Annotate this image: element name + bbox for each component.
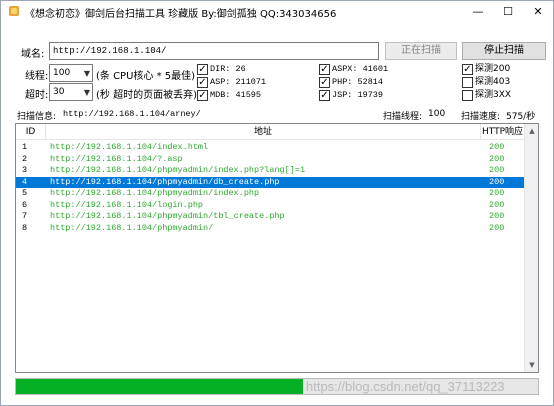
timeout-value: 30 bbox=[53, 87, 65, 97]
window-title: 《想念初恋》御剑后台扫描工具 珍藏版 By:御剑孤独 QQ:343034656 bbox=[25, 9, 337, 20]
row-http-code: 200 bbox=[489, 142, 505, 152]
row-id: 1 bbox=[22, 142, 28, 152]
checkbox-empty-icon bbox=[462, 77, 473, 88]
row-id: 7 bbox=[22, 211, 28, 221]
table-row[interactable]: 8 http://192.168.1.104/phpmyadmin/200 bbox=[16, 223, 538, 235]
checkbox-checked-icon: ✓ bbox=[319, 90, 330, 101]
threads-value: 100 bbox=[53, 68, 71, 78]
timeout-select[interactable]: 30 ▼ bbox=[49, 83, 93, 101]
scan-threads-value: 100 bbox=[428, 109, 446, 119]
progress-fill bbox=[16, 379, 304, 394]
chevron-down-icon: ▼ bbox=[83, 88, 90, 97]
dict-mdb-label: MDB: 41595 bbox=[210, 90, 262, 100]
checkbox-empty-icon bbox=[462, 90, 473, 101]
app-icon bbox=[8, 5, 20, 17]
checkbox-checked-icon: ✓ bbox=[197, 90, 208, 101]
timeout-label: 超时: bbox=[25, 90, 49, 101]
checkbox-checked-icon: ✓ bbox=[462, 64, 473, 75]
stop-scan-button[interactable]: 停止扫描 bbox=[462, 42, 546, 60]
minimize-button[interactable]: — bbox=[463, 1, 493, 23]
domain-input[interactable]: http://192.168.1.104/ bbox=[49, 42, 379, 60]
watermark-text: https://blog.csdn.net/qq_37113223 bbox=[306, 379, 505, 394]
row-url: http://192.168.1.104/phpmyadmin/index.ph… bbox=[50, 165, 306, 175]
maximize-button[interactable]: ☐ bbox=[493, 1, 523, 23]
dict-asp-label: ASP: 211071 bbox=[210, 77, 267, 87]
table-row[interactable]: 3 http://192.168.1.104/phpmyadmin/index.p… bbox=[16, 165, 538, 177]
row-url: http://192.168.1.104/phpmyadmin/index.ph… bbox=[50, 188, 260, 198]
row-http-code: 200 bbox=[489, 199, 505, 210]
checkbox-checked-icon: ✓ bbox=[197, 64, 208, 75]
scan-info-value: http://192.168.1.104/arney/ bbox=[63, 109, 201, 119]
table-header: ID 地址 HTTP响应 bbox=[16, 124, 538, 140]
row-url: http://192.168.1.104/phpmyadmin/ bbox=[50, 222, 214, 233]
row-url: http://192.168.1.104/phpmyadmin/db_creat… bbox=[50, 176, 280, 187]
scroll-up-icon[interactable]: ▲ bbox=[525, 124, 538, 138]
row-http-code: 200 bbox=[489, 222, 505, 233]
chevron-down-icon: ▼ bbox=[83, 69, 90, 78]
dict-php-label: PHP: 52814 bbox=[332, 77, 384, 87]
probe-3xx-label: 探测3XX bbox=[475, 90, 512, 100]
row-id: 6 bbox=[22, 199, 28, 210]
title-bar[interactable]: 《想念初恋》御剑后台扫描工具 珍藏版 By:御剑孤独 QQ:343034656 … bbox=[1, 1, 553, 23]
row-http-code: 200 bbox=[489, 165, 505, 175]
dict-dir-label: DIR: 26 bbox=[210, 64, 246, 74]
scan-speed-value: 575/秒 bbox=[506, 112, 536, 122]
table-row[interactable]: 2 http://192.168.1.104/?.asp 200 bbox=[16, 154, 538, 166]
timeout-hint: (秒 超时的页面被丢弃) bbox=[96, 90, 197, 101]
dict-jsp-label: JSP: 19739 bbox=[332, 90, 384, 100]
threads-label: 线程: bbox=[25, 71, 49, 82]
row-id: 8 bbox=[22, 222, 28, 233]
results-table[interactable]: ID 地址 HTTP响应 1 http://192.168.1.104/index… bbox=[15, 123, 539, 373]
row-http-code: 200 bbox=[489, 153, 505, 164]
checkbox-checked-icon: ✓ bbox=[197, 77, 208, 88]
vertical-scrollbar[interactable]: ▲ ▼ bbox=[524, 124, 538, 372]
column-header-id[interactable]: ID bbox=[16, 124, 46, 140]
scan-info-label: 扫描信息: bbox=[17, 112, 57, 122]
row-url: http://192.168.1.104/phpmyadmin/tbl_crea… bbox=[50, 211, 285, 221]
column-header-url[interactable]: 地址 bbox=[46, 124, 481, 140]
row-id: 3 bbox=[22, 165, 28, 175]
row-id: 4 bbox=[22, 176, 28, 187]
scan-speed-label: 扫描速度: bbox=[461, 112, 501, 122]
checkbox-checked-icon: ✓ bbox=[319, 64, 330, 75]
row-id: 2 bbox=[22, 153, 28, 164]
close-button[interactable]: ✕ bbox=[523, 1, 553, 23]
row-url: http://192.168.1.104/index.html bbox=[50, 142, 209, 152]
table-row[interactable]: 5 http://192.168.1.104/phpmyadmin/index.p… bbox=[16, 188, 538, 200]
scanning-button[interactable]: 正在扫描 bbox=[385, 42, 457, 60]
row-url: http://192.168.1.104/login.php bbox=[50, 199, 204, 210]
checkbox-checked-icon: ✓ bbox=[319, 77, 330, 88]
dict-aspx-label: ASPX: 41601 bbox=[332, 64, 389, 74]
row-id: 5 bbox=[22, 188, 28, 198]
probe-200-label: 探测200 bbox=[475, 64, 511, 74]
row-http-code: 200 bbox=[489, 188, 505, 198]
column-header-http[interactable]: HTTP响应 bbox=[481, 124, 524, 140]
app-window: 《想念初恋》御剑后台扫描工具 珍藏版 By:御剑孤独 QQ:343034656 … bbox=[0, 0, 554, 406]
scroll-down-icon[interactable]: ▼ bbox=[525, 358, 538, 372]
table-row[interactable]: 4 http://192.168.1.104/phpmyadmin/db_crea… bbox=[16, 176, 538, 188]
threads-select[interactable]: 100 ▼ bbox=[49, 64, 93, 82]
probe-403-label: 探测403 bbox=[475, 77, 511, 87]
table-row[interactable]: 7 http://192.168.1.104/phpmyadmin/tbl_cre… bbox=[16, 211, 538, 223]
table-row[interactable]: 1 http://192.168.1.104/index.html 200 bbox=[16, 142, 538, 154]
scan-threads-label: 扫描线程: bbox=[383, 112, 423, 122]
domain-label: 域名: bbox=[21, 49, 45, 60]
row-http-code: 200 bbox=[489, 176, 505, 187]
main-panel: 域名: http://192.168.1.104/ 正在扫描 停止扫描 线程: … bbox=[1, 23, 553, 405]
row-url: http://192.168.1.104/?.asp bbox=[50, 153, 183, 164]
threads-hint: (条 CPU核心 * 5最佳) bbox=[96, 71, 196, 82]
row-http-code: 200 bbox=[489, 211, 505, 221]
table-row[interactable]: 6 http://192.168.1.104/login.php 200 bbox=[16, 200, 538, 212]
